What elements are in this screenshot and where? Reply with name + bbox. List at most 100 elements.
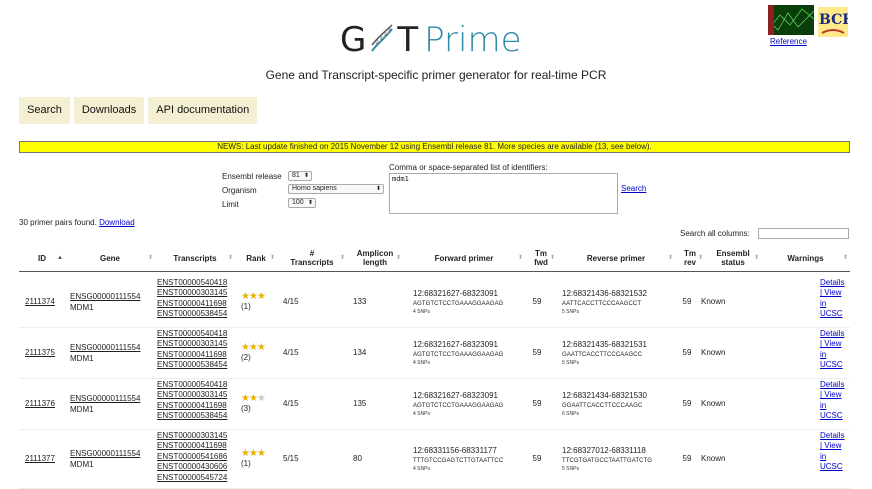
organism-label: Organism	[222, 186, 257, 195]
view-link[interactable]: | View	[820, 441, 850, 451]
ucsc-link[interactable]: UCSC	[820, 411, 850, 421]
table-row: 2111377 ENSG00000111554 MDM1 ENST0000030314…	[19, 430, 850, 489]
col-header-gene[interactable]: Gene ⬍	[65, 244, 155, 272]
reference-link[interactable]: Reference	[770, 37, 807, 46]
star-icon: ★	[248, 342, 258, 354]
gene-cell: ENSG00000111554 MDM1	[70, 379, 155, 430]
transcript-link[interactable]: ENST00000411698	[157, 441, 237, 451]
organism-select[interactable]: Homo sapiens ⬍	[288, 184, 384, 194]
forward-primer-snps: 4 SNPs	[413, 359, 430, 366]
col-header-amplicon-length[interactable]: Amplicon length ⬍	[347, 244, 403, 272]
transcript-link[interactable]: ENST00000303145	[157, 431, 237, 441]
ensembl-status: Known	[701, 348, 726, 358]
col-header-id[interactable]: ID ▲	[19, 244, 65, 272]
transcript-link[interactable]: ENST00000538454	[157, 360, 237, 370]
ucsc-link[interactable]: UCSC	[820, 462, 850, 472]
transcript-link[interactable]: ENST00000430606	[157, 462, 237, 472]
row-id[interactable]: 2111374	[25, 277, 65, 328]
transcript-link[interactable]: ENST00000540418	[157, 380, 237, 390]
amplicon-length: 134	[353, 348, 367, 358]
col-header-forward-primer[interactable]: Forward primer ⬍	[403, 244, 525, 272]
tm-fwd: 59	[532, 297, 542, 307]
col-header-transcripts[interactable]: Transcripts ⬍	[155, 244, 235, 272]
transcript-link[interactable]: ENST00000540418	[157, 329, 237, 339]
gene-id-link[interactable]: ENSG00000111554	[70, 394, 140, 404]
ensembl-status: Known	[701, 454, 726, 464]
transcript-link[interactable]: ENST00000303145	[157, 339, 237, 349]
amplicon-length: 135	[353, 399, 367, 409]
details-link[interactable]: Details	[820, 431, 850, 441]
view-in-link[interactable]: in	[820, 350, 850, 360]
star-icon: ★	[256, 448, 266, 460]
gene-name: MDM1	[70, 459, 94, 469]
forward-primer-sequence: AGTGTCTCCTGAAAGGAAGAG	[413, 351, 504, 358]
reverse-primer-sequence: GGAATTCACCTTCCCAAGC	[562, 402, 643, 409]
app-logo: G T Prime	[340, 20, 522, 60]
nav-search-button[interactable]: Search	[19, 97, 70, 124]
ensembl-release-label: Ensembl release	[222, 172, 282, 181]
rank-stars: ★★★	[241, 342, 266, 354]
gene-id-link[interactable]: ENSG00000111554	[70, 449, 140, 459]
row-id[interactable]: 2111377	[25, 430, 65, 489]
view-in-link[interactable]: in	[820, 452, 850, 462]
view-link[interactable]: | View	[820, 339, 850, 349]
transcript-link[interactable]: ENST00000541686	[157, 452, 237, 462]
col-header-ensembl-status[interactable]: Ensembl status ⬍	[705, 244, 761, 272]
nav-api-documentation-button[interactable]: API documentation	[148, 97, 258, 124]
view-in-link[interactable]: in	[820, 401, 850, 411]
ucsc-link[interactable]: UCSC	[820, 309, 850, 319]
search-link[interactable]: Search	[621, 184, 646, 193]
transcript-link[interactable]: ENST00000303145	[157, 288, 237, 298]
transcript-link[interactable]: ENST00000411698	[157, 401, 237, 411]
identifiers-textarea[interactable]: mdm1	[389, 173, 618, 214]
details-link[interactable]: Details	[820, 329, 850, 339]
reverse-primer-cell: 12:68321434-68321530 GGAATTCACCTTCCCAAGC 6…	[562, 379, 674, 430]
reverse-primer-snps: 5 SNPs	[562, 359, 579, 366]
forward-primer-snps: 4 SNPs	[413, 308, 430, 315]
gene-name: MDM1	[70, 302, 94, 312]
reverse-primer-position: 12:68321435-68321531	[562, 340, 647, 350]
nav-downloads-button[interactable]: Downloads	[73, 97, 145, 124]
transcript-link[interactable]: ENST00000545724	[157, 473, 237, 483]
limit-value: 100	[292, 199, 304, 206]
col-header-rank[interactable]: Rank ⬍	[235, 244, 277, 272]
gene-id-link[interactable]: ENSG00000111554	[70, 343, 140, 353]
ucsc-link[interactable]: UCSC	[820, 360, 850, 370]
view-in-link[interactable]: in	[820, 299, 850, 309]
details-link[interactable]: Details	[820, 278, 850, 288]
col-header-tm-fwd[interactable]: Tm fwd ⬍	[525, 244, 557, 272]
download-link[interactable]: Download	[99, 218, 135, 227]
transcript-link[interactable]: ENST00000540418	[157, 278, 237, 288]
view-link[interactable]: | View	[820, 390, 850, 400]
transcript-link[interactable]: ENST00000303145	[157, 390, 237, 400]
rank-cell: ★★★ (3)	[241, 379, 277, 430]
row-id[interactable]: 2111375	[25, 328, 65, 379]
transcript-link[interactable]: ENST00000538454	[157, 309, 237, 319]
reverse-primer-cell: 12:68321436-68321532 AATTCACCTTCCCAAGCCT 5…	[562, 277, 674, 328]
gene-cell: ENSG00000111554 MDM1	[70, 430, 155, 489]
tagline: Gene and Transcript-specific primer gene…	[265, 68, 607, 82]
reverse-primer-position: 12:68321436-68321532	[562, 289, 647, 299]
star-icon: ★	[241, 342, 250, 354]
transcript-link[interactable]: ENST00000411698	[157, 299, 237, 309]
ensembl-release-select[interactable]: 81 ⬍	[288, 171, 312, 181]
view-link[interactable]: | View	[820, 288, 850, 298]
transcripts-count: 4/15	[283, 348, 299, 358]
transcript-link[interactable]: ENST00000411698	[157, 350, 237, 360]
gene-cell: ENSG00000111554 MDM1	[70, 328, 155, 379]
col-header-transcripts-count[interactable]: # Transcripts ⬍	[277, 244, 347, 272]
limit-select[interactable]: 100 ⬍	[288, 198, 316, 208]
col-header-tm-rev[interactable]: Tm rev ⬍	[675, 244, 705, 272]
gene-name: MDM1	[70, 353, 94, 363]
forward-primer-cell: 12:68321627-68323091 AGTGTCTCCTGAAAGGAAGA…	[413, 328, 525, 379]
details-link[interactable]: Details	[820, 380, 850, 390]
gene-id-link[interactable]: ENSG00000111554	[70, 292, 140, 302]
search-all-columns-input[interactable]	[758, 228, 849, 239]
row-id[interactable]: 2111376	[25, 379, 65, 430]
forward-primer-cell: 12:68321627-68323091 AGTGTCTCCTGAAAGGAAGA…	[413, 379, 525, 430]
col-header-warnings[interactable]: Warnings ⬍	[761, 244, 850, 272]
rank-number: (1)	[241, 302, 251, 312]
transcript-link[interactable]: ENST00000538454	[157, 411, 237, 421]
results-summary: 30 primer pairs found. Download	[19, 218, 135, 227]
col-header-reverse-primer[interactable]: Reverse primer ⬍	[557, 244, 675, 272]
